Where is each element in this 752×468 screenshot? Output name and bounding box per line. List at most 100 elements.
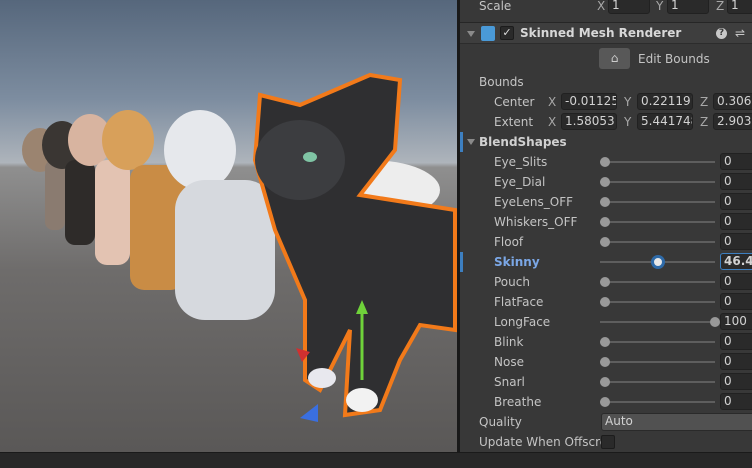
center-x-field[interactable]: -0.01125 — [561, 93, 617, 110]
blendshape-slider-thumb[interactable] — [600, 357, 610, 367]
blendshape-slider-track[interactable] — [600, 201, 715, 203]
blendshape-slider-track[interactable] — [600, 241, 715, 243]
blendshape-slider-track[interactable] — [600, 181, 715, 183]
blendshape-slider-track[interactable] — [600, 321, 715, 323]
extent-y-field[interactable]: 5.441748 — [637, 113, 693, 130]
selected-cat[interactable] — [252, 72, 457, 418]
blendshape-label: Eye_Dial — [494, 175, 546, 189]
center-z-field[interactable]: 0.3063 — [713, 93, 752, 110]
foldout-triangle-icon[interactable] — [467, 31, 475, 37]
blendshape-row: EyeLens_OFF 0 — [460, 192, 752, 212]
component-header[interactable]: ✓ Skinned Mesh Renderer ? ⇌ — [460, 22, 752, 44]
blendshape-slider-track[interactable] — [600, 301, 715, 303]
status-bar — [0, 452, 752, 468]
blendshape-slider-thumb[interactable] — [600, 177, 610, 187]
blendshape-slider-thumb[interactable] — [600, 397, 610, 407]
scale-y-field[interactable]: 1 — [667, 0, 709, 14]
component-title: Skinned Mesh Renderer — [520, 26, 682, 40]
blendshape-slider-thumb[interactable] — [600, 297, 610, 307]
blendshape-value-field[interactable]: 0 — [720, 353, 752, 370]
blendshapes-foldout[interactable]: BlendShapes — [460, 132, 752, 152]
scene-cats — [22, 72, 457, 422]
blendshape-label: Snarl — [494, 375, 525, 389]
blendshape-row: Breathe 0 — [460, 392, 752, 412]
axis-y-label: Y — [624, 115, 632, 129]
blendshape-value-field[interactable]: 0 — [720, 193, 752, 210]
blendshape-value-field[interactable]: 46.4 — [720, 253, 752, 270]
extent-label: Extent — [494, 115, 534, 129]
extent-x-field[interactable]: 1.58053 — [561, 113, 617, 130]
blendshape-label: Floof — [494, 235, 524, 249]
blendshape-slider-thumb[interactable] — [600, 377, 610, 387]
update-offscreen-label: Update When Offscre — [479, 435, 608, 449]
center-row: Center X -0.01125 Y 0.221191 Z 0.3063 — [460, 92, 752, 112]
axis-y-label: Y — [656, 0, 664, 13]
extent-row: Extent X 1.58053 Y 5.441748 Z 2.9031 — [460, 112, 752, 132]
blendshape-row: LongFace 100 — [460, 312, 752, 332]
axis-x-label: X — [597, 0, 606, 13]
scale-label: Scale — [479, 0, 512, 13]
blendshape-value-field[interactable]: 0 — [720, 173, 752, 190]
blendshape-label: Blink — [494, 335, 524, 349]
blendshape-value-field[interactable]: 0 — [720, 213, 752, 230]
scale-z-field[interactable]: 1 — [727, 0, 752, 14]
blendshape-slider-thumb[interactable] — [600, 217, 610, 227]
blendshape-value-field[interactable]: 0 — [720, 153, 752, 170]
blendshape-label: Skinny — [494, 255, 540, 269]
blendshape-slider-thumb[interactable] — [600, 237, 610, 247]
enabled-checkbox[interactable]: ✓ — [500, 26, 514, 40]
axis-z-label: Z — [700, 115, 709, 129]
center-y-field[interactable]: 0.221191 — [637, 93, 693, 110]
blendshape-slider-track[interactable] — [600, 161, 715, 163]
scale-row: Scale X 1 Y 1 Z 1 — [460, 0, 752, 16]
blendshape-row: Blink 0 — [460, 332, 752, 352]
blendshape-slider-track[interactable] — [600, 381, 715, 383]
blendshape-slider-thumb[interactable] — [600, 197, 610, 207]
blendshape-label: EyeLens_OFF — [494, 195, 574, 209]
blendshape-label: FlatFace — [494, 295, 544, 309]
blendshape-row: FlatFace 0 — [460, 292, 752, 312]
blendshape-row: Floof 0 — [460, 232, 752, 252]
blendshape-row: Nose 0 — [460, 352, 752, 372]
blendshape-slider-track[interactable] — [600, 221, 715, 223]
blendshape-slider-thumb[interactable] — [651, 255, 666, 269]
scene-view[interactable] — [0, 0, 457, 452]
blendshape-slider-track[interactable] — [600, 401, 715, 403]
blendshape-slider-track[interactable] — [600, 341, 715, 343]
blendshape-row: Pouch 0 — [460, 272, 752, 292]
blendshape-row: Skinny 46.4 — [460, 252, 752, 272]
skinned-mesh-icon — [481, 26, 495, 41]
blendshape-value-field[interactable]: 0 — [720, 233, 752, 250]
blendshape-value-field[interactable]: 0 — [720, 293, 752, 310]
center-label: Center — [494, 95, 535, 109]
blendshape-value-field[interactable]: 0 — [720, 373, 752, 390]
sliders-icon[interactable]: ⇌ — [735, 26, 745, 40]
scale-x-field[interactable]: 1 — [608, 0, 650, 14]
blendshape-label: Nose — [494, 355, 524, 369]
axis-z-label: Z — [716, 0, 725, 13]
bounds-row: Bounds — [460, 72, 752, 92]
blendshape-slider-thumb[interactable] — [600, 277, 610, 287]
blendshape-label: Pouch — [494, 275, 530, 289]
blendshape-value-field[interactable]: 100 — [720, 313, 752, 330]
blendshape-label: Whiskers_OFF — [494, 215, 578, 229]
blendshape-slider-thumb[interactable] — [710, 317, 720, 327]
blendshape-slider-track[interactable] — [600, 361, 715, 363]
blendshape-slider-thumb[interactable] — [600, 337, 610, 347]
edit-bounds-button[interactable]: ⌂ — [599, 48, 630, 69]
quality-dropdown[interactable]: Auto — [601, 413, 752, 431]
blendshape-value-field[interactable]: 0 — [720, 393, 752, 410]
edit-bounds-row: ⌂ Edit Bounds — [460, 47, 752, 71]
extent-z-field[interactable]: 2.9031 — [713, 113, 752, 130]
axis-x-label: X — [548, 95, 557, 109]
blendshape-row: Eye_Dial 0 — [460, 172, 752, 192]
question-icon[interactable]: ? — [716, 27, 727, 39]
update-offscreen-checkbox[interactable] — [601, 435, 615, 449]
blendshape-label: Breathe — [494, 395, 542, 409]
blendshape-value-field[interactable]: 0 — [720, 273, 752, 290]
blendshape-value-field[interactable]: 0 — [720, 333, 752, 350]
foldout-triangle-icon[interactable] — [467, 139, 475, 145]
blendshape-slider-thumb[interactable] — [600, 157, 610, 167]
update-offscreen-row: Update When Offscre — [460, 432, 752, 452]
blendshape-slider-track[interactable] — [600, 281, 715, 283]
